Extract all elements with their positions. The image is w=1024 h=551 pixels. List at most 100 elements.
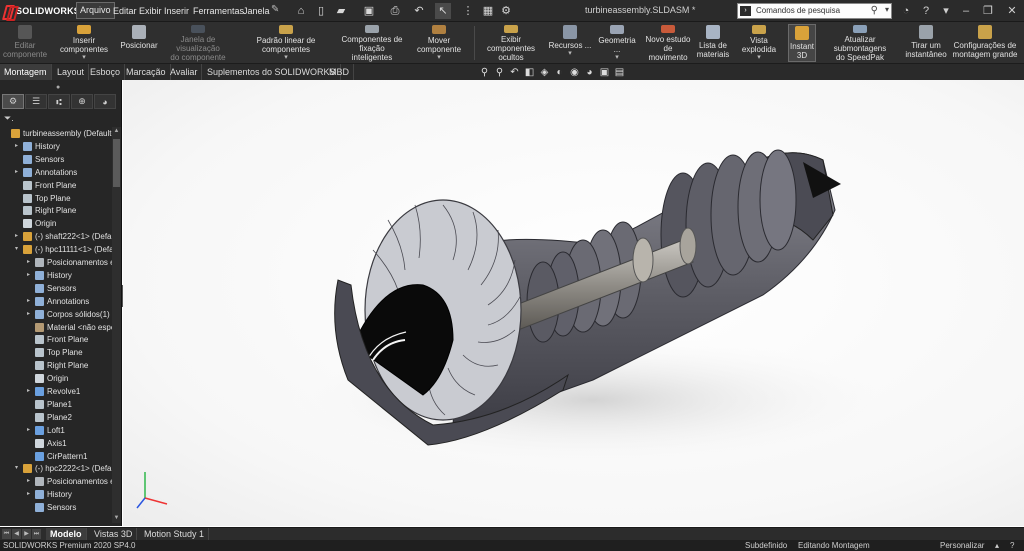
traffic-light-icon[interactable]: ⋮ xyxy=(460,3,476,19)
restore-icon[interactable]: ❐ xyxy=(980,3,996,19)
display-style-icon[interactable]: ◐ xyxy=(553,66,566,79)
help-icon[interactable]: ? xyxy=(918,3,934,19)
dropdown-arrow-icon[interactable]: ▾ xyxy=(568,50,572,58)
hide-show-items-icon[interactable]: ◉ xyxy=(568,66,581,79)
feature-tree-item[interactable]: ▸ Loft1 xyxy=(0,424,112,437)
expand-arrow-icon[interactable]: ▸ xyxy=(25,256,32,269)
collapse-arrow-icon[interactable]: ▾ xyxy=(13,243,20,256)
insert-components-button[interactable]: Inserir componentes ▾ xyxy=(50,24,118,62)
menu-arquivo[interactable]: Arquivo xyxy=(76,2,115,19)
show-hidden-components-button[interactable]: Exibir componentes ocultos xyxy=(476,24,546,62)
edit-component-button[interactable]: Editar componente xyxy=(3,24,47,62)
feature-tree-item[interactable]: Axis1 xyxy=(0,437,112,450)
feature-tree-item[interactable]: turbineassembly (Default< xyxy=(0,127,112,140)
display-manager-tab-icon[interactable]: ◕ xyxy=(94,94,116,109)
feature-tree-item[interactable]: ▾ (-) hpc2222<1> (Defaul xyxy=(0,462,112,475)
configuration-manager-tab-icon[interactable]: ⑆ xyxy=(48,94,70,109)
search-icon[interactable]: ⚲ xyxy=(871,5,878,16)
expand-arrow-icon[interactable]: ▸ xyxy=(13,140,20,153)
feature-tree-item[interactable]: Sensors xyxy=(0,501,112,514)
expand-arrow-icon[interactable]: ▸ xyxy=(25,269,32,282)
feature-tree-item[interactable]: Plane1 xyxy=(0,398,112,411)
shaft-collar[interactable] xyxy=(679,227,697,265)
help-dropdown-icon[interactable]: ▾ xyxy=(938,3,954,19)
customize-menu[interactable]: Personalizar xyxy=(940,540,984,551)
expand-arrow-icon[interactable]: ▸ xyxy=(25,308,32,321)
units-dropdown-icon[interactable]: ▴ xyxy=(995,540,999,551)
property-manager-tab-icon[interactable]: ☰ xyxy=(25,94,47,109)
scroll-down-icon[interactable]: ▼ xyxy=(112,514,121,523)
smart-fasteners-button[interactable]: Componentes de fixação inteligentes xyxy=(338,24,406,62)
feature-tree-item[interactable]: ▸ History xyxy=(0,488,112,501)
feature-tree-item[interactable]: Material <não espec xyxy=(0,321,112,334)
dropdown-arrow-icon[interactable]: ▾ xyxy=(284,54,288,62)
feature-tree-item[interactable]: Right Plane xyxy=(0,359,112,372)
turbine-model-view[interactable] xyxy=(123,80,1024,526)
dropdown-arrow-icon[interactable]: ▾ xyxy=(82,54,86,62)
feature-tree-item[interactable]: ▸ Revolve1 xyxy=(0,385,112,398)
undo-icon[interactable]: ↶ xyxy=(411,3,427,19)
minimize-icon[interactable]: – xyxy=(958,3,974,19)
tab-mbd[interactable]: MBD xyxy=(325,64,354,80)
tab-marcacao[interactable]: Marcação xyxy=(122,64,171,80)
expand-arrow-icon[interactable]: ▸ xyxy=(25,295,32,308)
feature-tree-scrollbar[interactable]: ▲ ▼ xyxy=(112,127,121,523)
expand-arrow-icon[interactable]: ▸ xyxy=(25,385,32,398)
feature-tree-item[interactable]: Front Plane xyxy=(0,333,112,346)
feature-tree-item[interactable]: ▸ Posicionamentos em xyxy=(0,256,112,269)
expand-arrow-icon[interactable]: ▸ xyxy=(25,424,32,437)
command-search-box[interactable]: › Comandos de pesquisa ⚲ ▾ xyxy=(737,3,892,19)
tab-suplementos[interactable]: Suplementos do SOLIDWORKS xyxy=(203,64,341,80)
print-icon[interactable]: ⎙ xyxy=(387,3,403,19)
expand-arrow-icon[interactable]: ▸ xyxy=(13,166,20,179)
view-orientation-icon[interactable]: ◈ xyxy=(538,66,551,79)
shaft-bearing[interactable] xyxy=(632,237,654,283)
large-assembly-settings-button[interactable]: Configurações de montagem grande xyxy=(950,24,1020,62)
prev-tab-icon[interactable]: ◀ xyxy=(12,529,21,539)
feature-tree-item[interactable]: ▸ Annotations xyxy=(0,295,112,308)
close-icon[interactable]: ✕ xyxy=(1004,3,1020,19)
dropdown-arrow-icon[interactable]: ▾ xyxy=(757,54,761,62)
tab-montagem[interactable]: Montagem xyxy=(0,64,52,80)
zoom-area-icon[interactable]: ⚲ xyxy=(493,66,506,79)
feature-tree-item[interactable]: Top Plane xyxy=(0,192,112,205)
linear-pattern-button[interactable]: Padrão linear de componentes ▾ xyxy=(236,24,336,62)
home-icon[interactable]: ⌂ xyxy=(293,3,309,19)
edit-appearance-icon[interactable]: ◕ xyxy=(583,66,596,79)
panel-collapse-icon[interactable]: ● xyxy=(56,84,64,91)
chevron-down-icon[interactable]: ▾ xyxy=(885,5,889,14)
update-speedpak-button[interactable]: Atualizar submontagens do SpeedPak xyxy=(818,24,902,62)
feature-tree-item[interactable]: CirPattern1 xyxy=(0,450,112,463)
feature-tree-tab-icon[interactable]: ⚙ xyxy=(2,94,24,109)
scrollbar-thumb[interactable] xyxy=(113,139,120,187)
feature-tree-item[interactable]: ▸ History xyxy=(0,140,112,153)
expand-arrow-icon[interactable]: ▸ xyxy=(13,230,20,243)
solidworks-logo[interactable]: SOLIDWORKS xyxy=(4,4,80,18)
feature-tree-item[interactable]: Origin xyxy=(0,372,112,385)
tab-avaliar[interactable]: Avaliar xyxy=(166,64,203,80)
dropdown-arrow-icon[interactable]: ▾ xyxy=(615,54,619,62)
open-icon[interactable]: ▰ xyxy=(333,3,349,19)
mate-button[interactable]: Posicionar xyxy=(120,24,158,62)
apply-scene-icon[interactable]: ▣ xyxy=(598,66,611,79)
next-tab-icon[interactable]: ▶ xyxy=(22,529,31,539)
take-snapshot-button[interactable]: Tirar um instantâneo xyxy=(904,24,948,62)
feature-tree-item[interactable]: ▸ Corpos sólidos(1) xyxy=(0,308,112,321)
first-tab-icon[interactable]: ⏮ xyxy=(2,529,11,539)
options-gear-icon[interactable]: ⚙ xyxy=(498,3,514,19)
tab-layout[interactable]: Layout xyxy=(53,64,90,80)
feature-tree-item[interactable]: Right Plane xyxy=(0,204,112,217)
last-tab-icon[interactable]: ⏭ xyxy=(32,529,41,539)
reference-geometry-button[interactable]: Geometria ... ▾ xyxy=(594,24,640,62)
feature-tree-item[interactable]: Top Plane xyxy=(0,346,112,359)
menu-exibir[interactable]: Exibir xyxy=(139,6,162,16)
expand-arrow-icon[interactable]: ▸ xyxy=(25,475,32,488)
bill-of-materials-button[interactable]: Lista de materiais xyxy=(696,24,730,62)
menu-janela[interactable]: Janela xyxy=(243,6,270,16)
menu-editar[interactable]: Editar xyxy=(113,6,137,16)
component-preview-window-button[interactable]: Janela de visualização do componente xyxy=(160,24,236,62)
instant-3d-button[interactable]: Instant 3D xyxy=(788,24,816,62)
pin-icon[interactable]: ✎ xyxy=(271,4,279,15)
feature-tree-item[interactable]: ▸ Posicionamentos em xyxy=(0,475,112,488)
rebuild-icon[interactable]: ▦ xyxy=(480,3,496,19)
